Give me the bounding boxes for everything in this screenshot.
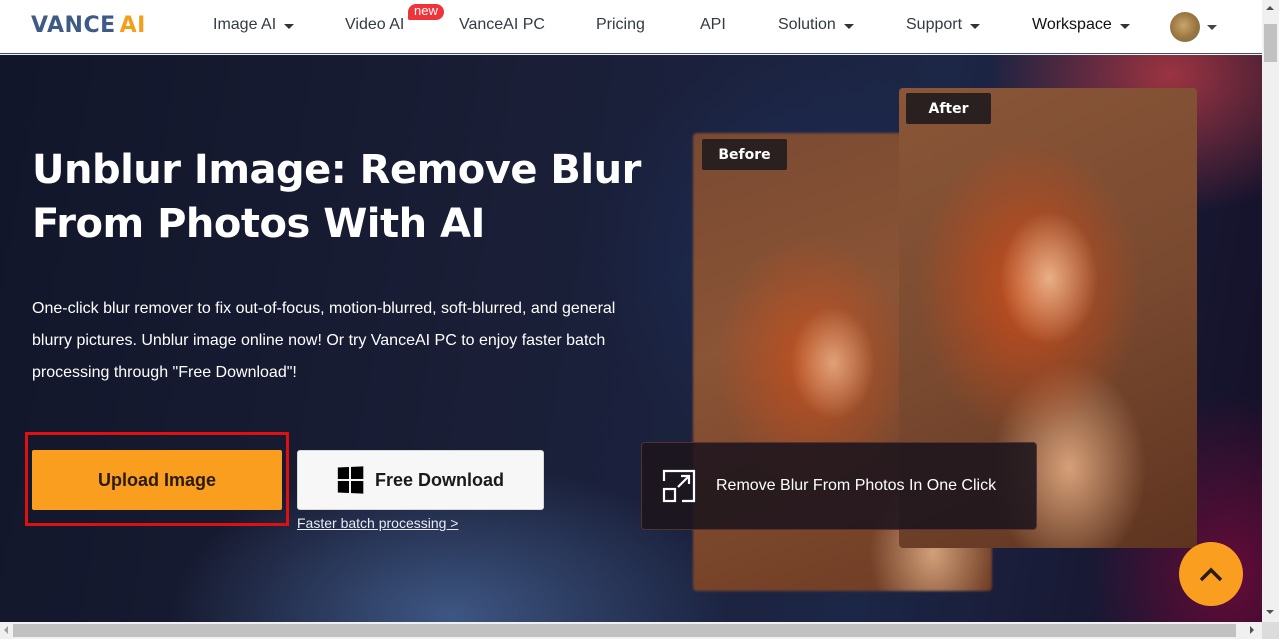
page-title: Unblur Image: Remove Blur From Photos Wi… xyxy=(32,147,641,247)
nav-label: Solution xyxy=(778,16,836,33)
site-header: VANCE AI Image AI Video AI new VanceAI PC… xyxy=(0,0,1262,54)
nav-label: VanceAI PC xyxy=(459,16,545,33)
logo-accent: AI xyxy=(119,13,146,38)
nav-label: Support xyxy=(906,16,963,33)
nav-vanceai-pc[interactable]: VanceAI PC xyxy=(459,16,545,34)
nav-solution[interactable]: Solution xyxy=(778,16,854,34)
caret-down-icon xyxy=(1119,23,1130,29)
feature-text: Remove Blur From Photos In One Click xyxy=(716,477,997,494)
after-label: After xyxy=(906,93,991,124)
scroll-up-arrow-icon[interactable] xyxy=(1266,6,1274,10)
avatar-caret-down-icon[interactable] xyxy=(1207,25,1217,30)
nav-label: Video AI xyxy=(345,16,405,33)
caret-down-icon xyxy=(970,23,981,29)
upload-image-button[interactable]: Upload Image xyxy=(32,450,282,510)
nav-video-ai[interactable]: Video AI xyxy=(345,16,404,34)
nav-workspace[interactable]: Workspace xyxy=(1032,16,1130,34)
free-download-label: Free Download xyxy=(374,469,504,490)
nav-label: API xyxy=(700,16,726,33)
caret-down-icon xyxy=(843,23,854,29)
back-to-top-button[interactable] xyxy=(1179,542,1243,606)
user-avatar-icon[interactable] xyxy=(1170,12,1200,42)
nav-label: Pricing xyxy=(596,16,645,33)
horizontal-scroll-thumb[interactable] xyxy=(13,624,1236,637)
new-badge: new xyxy=(408,4,444,20)
logo-text: VANCE xyxy=(31,13,116,38)
scrollbar-corner xyxy=(1262,622,1279,639)
nav-label: Workspace xyxy=(1032,16,1112,33)
nav-label: Image AI xyxy=(213,16,277,33)
before-label: Before xyxy=(702,139,787,170)
free-download-button[interactable]: Free Download xyxy=(297,450,544,510)
scroll-down-arrow-icon[interactable] xyxy=(1266,610,1274,614)
nav-support[interactable]: Support xyxy=(906,16,981,34)
vertical-scrollbar[interactable] xyxy=(1262,0,1279,622)
nav-pricing[interactable]: Pricing xyxy=(596,16,645,34)
vertical-scroll-thumb[interactable] xyxy=(1264,24,1277,62)
caret-down-icon xyxy=(284,23,295,29)
chevron-up-icon xyxy=(1199,567,1223,582)
horizontal-scrollbar[interactable] xyxy=(0,622,1262,639)
nav-api[interactable]: API xyxy=(700,16,726,34)
scroll-right-arrow-icon[interactable] xyxy=(1250,626,1254,634)
windows-icon xyxy=(337,466,364,494)
hero-description: One-click blur remover to fix out-of-foc… xyxy=(32,300,616,381)
vanceai-logo[interactable]: VANCE AI xyxy=(31,13,146,38)
faster-batch-processing-link[interactable]: Faster batch processing > xyxy=(297,515,458,531)
scroll-left-arrow-icon[interactable] xyxy=(4,626,8,634)
expand-icon xyxy=(662,469,696,503)
nav-image-ai[interactable]: Image AI xyxy=(213,16,295,34)
hero-section: Unblur Image: Remove Blur From Photos Wi… xyxy=(0,55,1262,622)
feature-card: Remove Blur From Photos In One Click xyxy=(641,442,1037,530)
